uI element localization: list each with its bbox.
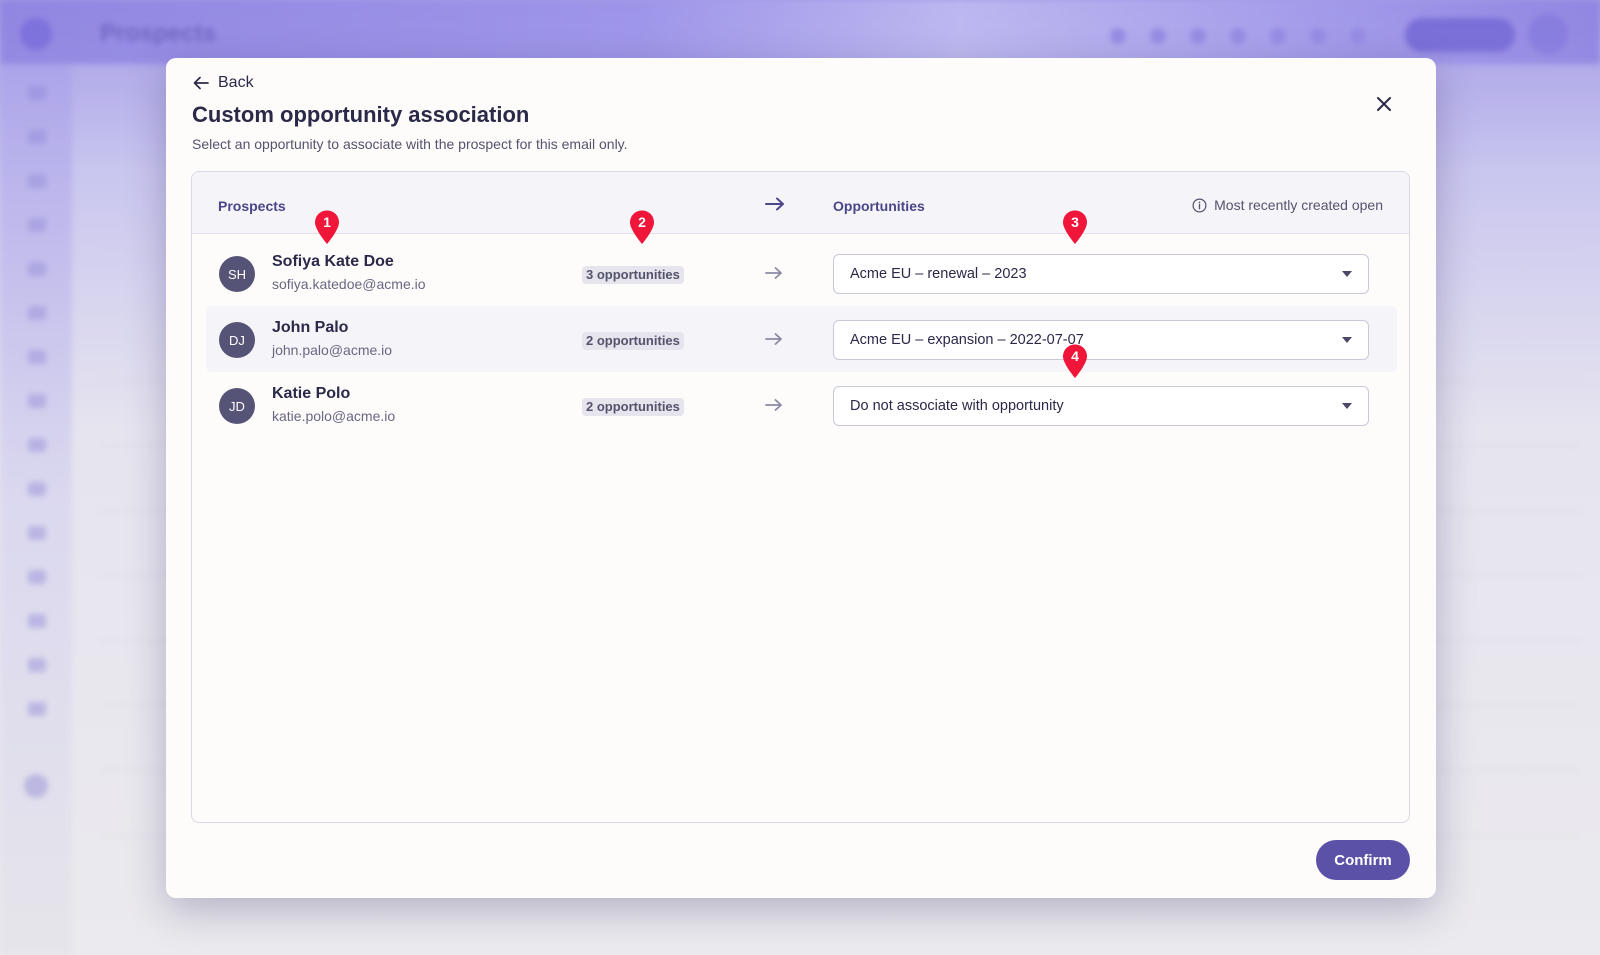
opportunity-association-modal: Back Custom opportunity association Sele… xyxy=(166,58,1436,898)
arrow-right-icon xyxy=(765,333,782,345)
background-icon xyxy=(1270,28,1286,44)
opportunity-count-badge: 2 opportunities xyxy=(582,332,684,350)
background-sidebar xyxy=(0,64,72,955)
arrow-left-icon xyxy=(193,76,209,90)
info-icon xyxy=(1192,198,1207,212)
prospect-name: John Palo xyxy=(272,319,349,336)
background-sidebar-icon xyxy=(28,526,46,540)
table-header: Prospects Opportunities Most recently cr… xyxy=(192,172,1409,234)
opportunity-count-badge: 3 opportunities xyxy=(582,266,684,284)
association-table: Prospects Opportunities Most recently cr… xyxy=(191,171,1410,823)
modal-subtitle: Select an opportunity to associate with … xyxy=(192,136,628,152)
opportunity-select-value: Acme EU – expansion – 2022-07-07 xyxy=(850,332,1084,348)
background-icon xyxy=(1230,28,1246,44)
background-button xyxy=(1405,18,1515,52)
prospect-email: katie.polo@acme.io xyxy=(272,408,396,424)
opportunity-select[interactable]: Acme EU – renewal – 2023 xyxy=(833,254,1369,294)
sort-info-note: Most recently created open xyxy=(1192,197,1383,213)
confirm-button[interactable]: Confirm xyxy=(1316,840,1410,880)
background-sidebar-icon xyxy=(28,130,46,144)
table-row: SH Sofiya Kate Doe sofiya.katedoe@acme.i… xyxy=(206,240,1397,306)
background-sidebar-icon xyxy=(28,438,46,452)
modal-title: Custom opportunity association xyxy=(192,102,530,127)
background-sidebar-icon xyxy=(28,394,46,408)
background-sidebar-icon xyxy=(28,306,46,320)
caret-down-icon xyxy=(1342,271,1352,277)
callout-marker-3: 3 xyxy=(1061,209,1089,245)
callout-marker-2: 2 xyxy=(628,209,656,245)
prospect-email: john.palo@acme.io xyxy=(272,342,393,358)
background-sidebar-icon xyxy=(28,86,46,100)
arrow-right-icon xyxy=(765,267,782,279)
background-sidebar-icon xyxy=(28,570,46,584)
back-button[interactable]: Back xyxy=(192,74,254,92)
callout-number: 4 xyxy=(1071,348,1079,364)
back-label: Back xyxy=(218,74,254,91)
close-button[interactable] xyxy=(1372,92,1396,116)
opportunity-count-badge: 2 opportunities xyxy=(582,398,684,416)
caret-down-icon xyxy=(1342,337,1352,343)
background-icon xyxy=(1350,28,1366,44)
avatar: DJ xyxy=(219,322,255,358)
close-icon xyxy=(1377,97,1391,111)
callout-marker-4: 4 xyxy=(1061,343,1089,379)
table-row: DJ John Palo john.palo@acme.io 2 opportu… xyxy=(206,306,1397,372)
prospect-name: Sofiya Kate Doe xyxy=(272,253,394,270)
background-icon xyxy=(1110,28,1126,44)
callout-number: 3 xyxy=(1071,214,1079,230)
background-sidebar-icon xyxy=(24,774,48,798)
callout-number: 1 xyxy=(323,214,331,230)
caret-down-icon xyxy=(1342,403,1352,409)
prospect-name: Katie Polo xyxy=(272,385,351,402)
background-sidebar-icon xyxy=(28,482,46,496)
arrow-right-icon xyxy=(765,197,784,211)
opportunity-select-value: Acme EU – renewal – 2023 xyxy=(850,266,1027,282)
background-sidebar-icon xyxy=(28,702,46,716)
background-header: Prospects xyxy=(0,0,1600,64)
background-icon xyxy=(1310,28,1326,44)
background-sidebar-icon xyxy=(28,262,46,276)
table-row: JD Katie Polo katie.polo@acme.io 2 oppor… xyxy=(206,372,1397,438)
avatar: JD xyxy=(219,388,255,424)
opportunity-select-value: Do not associate with opportunity xyxy=(850,398,1064,414)
opportunity-select[interactable]: Acme EU – expansion – 2022-07-07 xyxy=(833,320,1369,360)
background-page-title: Prospects xyxy=(100,20,217,47)
background-avatar xyxy=(1528,14,1568,54)
background-logo xyxy=(20,18,52,50)
avatar: SH xyxy=(219,256,255,292)
prospect-email: sofiya.katedoe@acme.io xyxy=(272,276,426,292)
background-sidebar-icon xyxy=(28,350,46,364)
background-icon xyxy=(1190,28,1206,44)
arrow-right-icon xyxy=(765,399,782,411)
callout-number: 2 xyxy=(638,214,646,230)
background-icon xyxy=(1150,28,1166,44)
callout-marker-1: 1 xyxy=(313,209,341,245)
column-header-prospects: Prospects xyxy=(218,198,286,214)
opportunity-select[interactable]: Do not associate with opportunity xyxy=(833,386,1369,426)
background-sidebar-icon xyxy=(28,658,46,672)
background-sidebar-icon xyxy=(28,174,46,188)
column-header-opportunities: Opportunities xyxy=(833,198,925,214)
sort-info-label: Most recently created open xyxy=(1214,197,1383,213)
background-sidebar-icon xyxy=(28,614,46,628)
background-sidebar-icon xyxy=(28,218,46,232)
